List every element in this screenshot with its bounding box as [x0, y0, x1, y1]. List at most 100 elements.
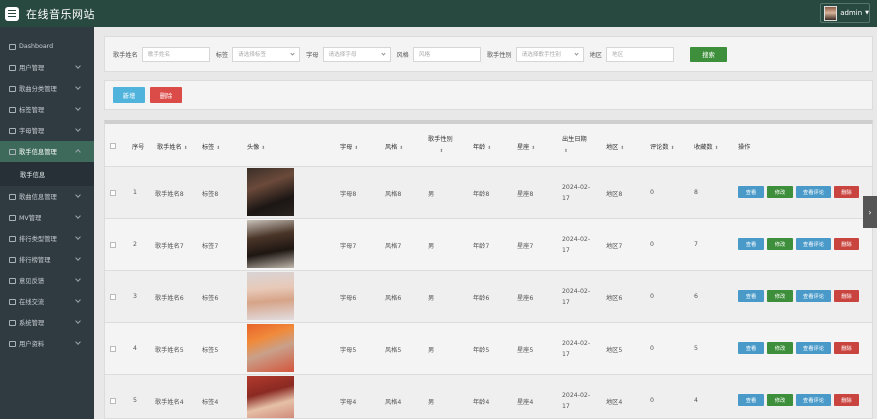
delete-button[interactable]: 删除 — [834, 290, 859, 302]
sidebar-item-feedback[interactable]: 意见反馈 — [0, 270, 94, 291]
edit-button[interactable]: 修改 — [767, 394, 793, 406]
chevron-down-icon — [75, 339, 81, 345]
edit-button[interactable]: 修改 — [767, 186, 793, 198]
add-button[interactable]: 新增 — [113, 87, 145, 103]
tag-select[interactable]: 请选择标签 — [232, 46, 301, 62]
sort-icon: ⬍ — [620, 146, 625, 151]
delete-button[interactable]: 删除 — [834, 238, 859, 250]
cell-style: 风格7 — [385, 243, 402, 250]
col-tag[interactable]: 标签 ⬍ — [202, 142, 220, 151]
col-photo[interactable]: 头像 ⬍ — [247, 142, 265, 151]
row-checkbox[interactable] — [110, 346, 116, 352]
sidebar-item-users[interactable]: 用户管理 — [0, 57, 94, 78]
menu-toggle-icon[interactable] — [5, 6, 19, 21]
cell-name: 歌手姓名5 — [155, 347, 184, 354]
sidebar-item-songs[interactable]: 歌曲信息管理 — [0, 186, 94, 207]
sidebar-item-rank-types[interactable]: 排行类型管理 — [0, 228, 94, 249]
chevron-down-icon — [75, 105, 81, 111]
view-reviews-button[interactable]: 查看评论 — [796, 290, 831, 302]
chevron-down-icon — [75, 213, 81, 219]
sidebar-item-tags[interactable]: 标签管理 — [0, 99, 94, 120]
edit-button[interactable]: 修改 — [767, 238, 793, 250]
chevron-down-icon — [75, 276, 81, 282]
sidebar-item-system[interactable]: 系统管理 — [0, 312, 94, 333]
singer-table: 序号 歌手姓名 ⬍ 标签 ⬍ 头像 ⬍ 字母 ⬍ 风格 ⬍ 歌手性别 ⬍ 年龄 ⬍ 星座 ⬍ 出… — [104, 120, 873, 419]
view-button[interactable]: 查看 — [738, 238, 764, 250]
col-name[interactable]: 歌手姓名 ⬍ — [157, 142, 188, 151]
view-reviews-button[interactable]: 查看评论 — [796, 238, 831, 250]
sidebar-item-label: 字母管理 — [19, 128, 45, 135]
cell-reviews: 0 — [650, 189, 654, 196]
list-icon — [9, 298, 16, 305]
col-style[interactable]: 风格 ⬍ — [385, 142, 403, 151]
sort-icon: ⬍ — [487, 146, 492, 151]
col-letter[interactable]: 字母 ⬍ — [340, 142, 358, 151]
col-reviews[interactable]: 评论数 ⬍ — [650, 142, 674, 151]
select-all-checkbox[interactable] — [110, 143, 116, 149]
view-reviews-button[interactable]: 查看评论 — [796, 342, 831, 354]
sidebar-item-letters[interactable]: 字母管理 — [0, 120, 94, 141]
cell-age: 年龄6 — [473, 295, 490, 302]
singer-name-input[interactable]: 歌手姓名 — [141, 46, 210, 62]
sidebar-item-label: 标签管理 — [19, 107, 45, 114]
sidebar-item-rankings[interactable]: 排行榜管理 — [0, 249, 94, 270]
batch-delete-button[interactable]: 删除 — [150, 87, 182, 103]
cell-index: 1 — [133, 189, 137, 196]
cell-tag: 标签5 — [202, 347, 219, 354]
sidebar-item-profile[interactable]: 用户资料 — [0, 333, 94, 354]
sidebar-item-singers[interactable]: 歌手信息管理 — [0, 141, 94, 162]
view-button[interactable]: 查看 — [738, 290, 764, 302]
cell-name: 歌手姓名6 — [155, 295, 184, 302]
delete-button[interactable]: 删除 — [834, 394, 859, 406]
cell-birthday: 2024-02-17 — [562, 392, 591, 410]
chevron-right-icon[interactable]: › — [863, 196, 877, 228]
sidebar-item-dashboard[interactable]: Dashboard — [0, 36, 94, 57]
row-checkbox[interactable] — [110, 242, 116, 248]
row-checkbox[interactable] — [110, 398, 116, 404]
letter-select[interactable]: 请选择字母 — [322, 46, 391, 62]
list-icon — [9, 235, 16, 242]
gender-label: 歌手性别 — [486, 51, 512, 59]
sort-icon: ⬍ — [354, 146, 359, 151]
col-birthday[interactable]: 出生日期 ⬍ — [562, 134, 587, 157]
row-checkbox[interactable] — [110, 190, 116, 196]
col-label: 字母 — [340, 144, 353, 151]
delete-button[interactable]: 删除 — [834, 342, 859, 354]
edit-button[interactable]: 修改 — [767, 290, 793, 302]
gender-select[interactable]: 请选择歌手性别 — [515, 46, 584, 62]
sidebar-item-song-category[interactable]: 歌曲分类管理 — [0, 78, 94, 99]
view-reviews-button[interactable]: 查看评论 — [796, 394, 831, 406]
row-checkbox[interactable] — [110, 294, 116, 300]
cell-zodiac: 星座6 — [517, 295, 534, 302]
col-zodiac[interactable]: 星座 ⬍ — [517, 142, 535, 151]
sort-icon: ⬍ — [439, 149, 444, 154]
search-button[interactable]: 搜索 — [690, 46, 727, 62]
edit-button[interactable]: 修改 — [767, 342, 793, 354]
col-label: 标签 — [202, 144, 215, 151]
sidebar-item-chat[interactable]: 在线交流 — [0, 291, 94, 312]
chevron-down-icon — [75, 63, 81, 69]
cell-age: 年龄7 — [473, 243, 490, 250]
cell-letter: 字母8 — [340, 191, 357, 198]
style-input[interactable]: 风格 — [412, 46, 481, 62]
view-button[interactable]: 查看 — [738, 342, 764, 354]
view-reviews-button[interactable]: 查看评论 — [796, 186, 831, 198]
view-button[interactable]: 查看 — [738, 186, 764, 198]
delete-button[interactable]: 删除 — [834, 186, 859, 198]
view-button[interactable]: 查看 — [738, 394, 764, 406]
sidebar-item-mv[interactable]: MV管理 — [0, 207, 94, 228]
user-menu[interactable]: admin ▼ — [820, 3, 870, 23]
sidebar-item-label: 排行类型管理 — [19, 236, 57, 243]
col-index[interactable]: 序号 — [132, 142, 144, 151]
top-bar: 在线音乐网站 admin ▼ — [0, 0, 877, 27]
col-region[interactable]: 地区 ⬍ — [606, 142, 624, 151]
sidebar-item-label: 歌手信息管理 — [19, 149, 57, 156]
col-age[interactable]: 年龄 ⬍ — [473, 142, 491, 151]
sidebar-subitem-singer-info[interactable]: 歌手信息 — [0, 162, 94, 186]
letter-select-value: 请选择字母 — [328, 52, 357, 58]
region-input[interactable]: 地区 — [606, 46, 674, 62]
col-label: 出生日期 — [562, 136, 587, 143]
col-gender[interactable]: 歌手性别 ⬍ — [428, 134, 453, 157]
sidebar: Dashboard 用户管理 歌曲分类管理 标签管理 字母管理 歌手信息管理 歌… — [0, 27, 94, 419]
col-favorites[interactable]: 收藏数 ⬍ — [694, 142, 718, 151]
